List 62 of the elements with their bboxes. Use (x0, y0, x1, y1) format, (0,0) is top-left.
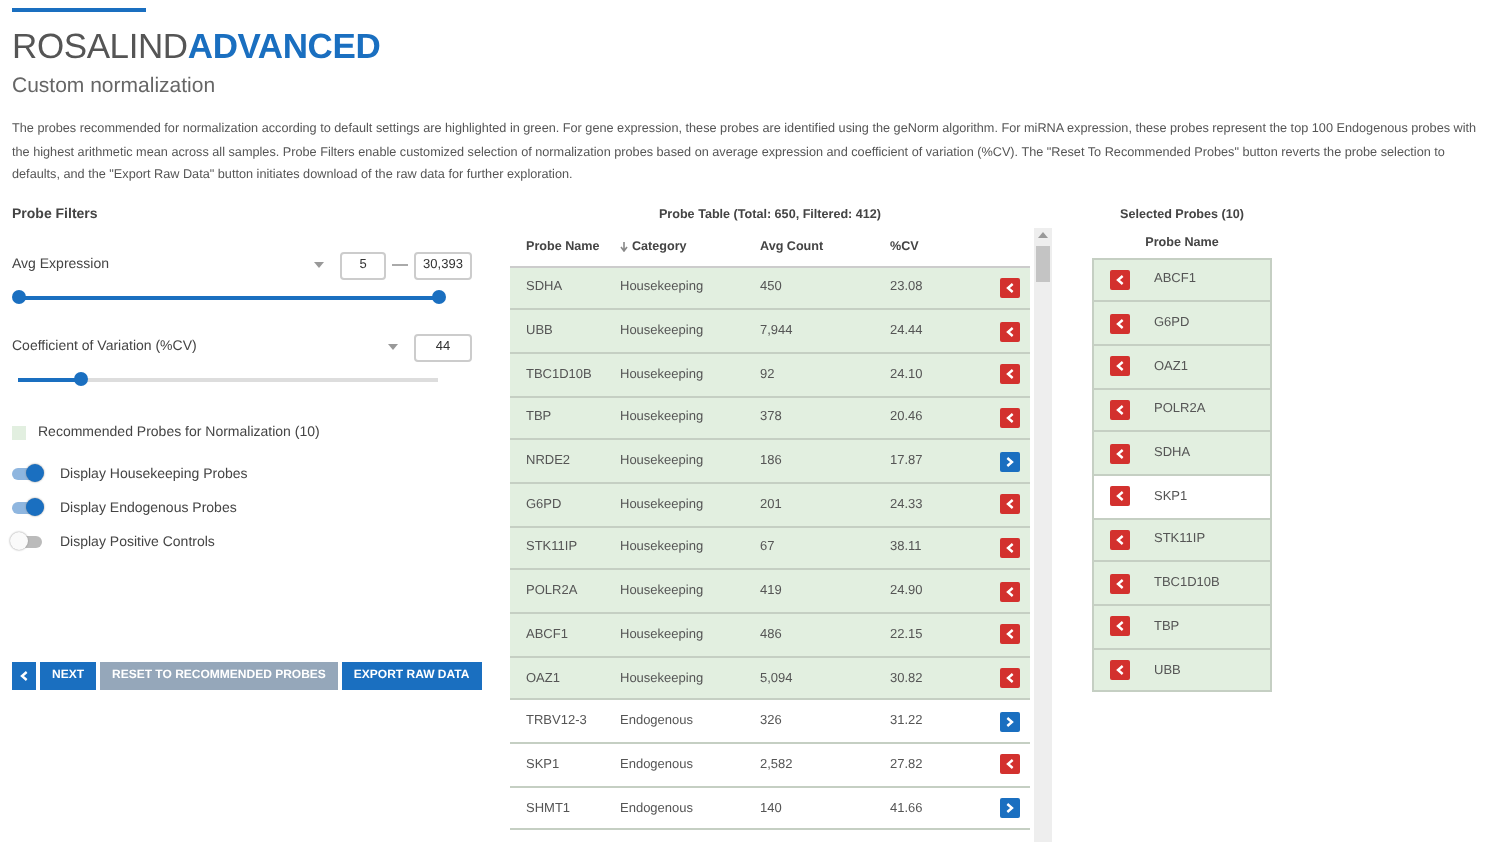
app-title: ROSALINDADVANCED (12, 24, 383, 68)
add-button[interactable] (1000, 451, 1020, 472)
remove-button[interactable] (1000, 581, 1020, 602)
slider-thumb[interactable] (11, 290, 25, 304)
chevron-left-icon (1006, 758, 1014, 771)
remove-button[interactable] (1000, 407, 1020, 428)
remove-button[interactable] (1110, 486, 1130, 507)
remove-button[interactable] (1000, 321, 1020, 342)
remove-button[interactable] (1000, 494, 1020, 515)
chevron-left-icon (1116, 577, 1124, 590)
chevron-left-icon (1116, 273, 1124, 286)
back-button[interactable] (12, 661, 36, 689)
chevron-left-icon (1006, 672, 1014, 685)
remove-button[interactable] (1000, 364, 1020, 385)
toggle-switch[interactable] (12, 536, 42, 548)
sort-arrow-icon (620, 241, 628, 251)
remove-button[interactable] (1110, 660, 1130, 681)
chevron-left-icon (1006, 498, 1014, 511)
chevron-left-icon (1116, 533, 1124, 546)
chevron-left-icon (1006, 411, 1014, 424)
caret-icon[interactable] (388, 344, 398, 350)
remove-button[interactable] (1000, 537, 1020, 558)
chevron-left-icon (1116, 403, 1124, 416)
chevron-left-icon (1116, 490, 1124, 503)
caret-icon[interactable] (314, 262, 324, 268)
add-button[interactable] (1000, 798, 1020, 819)
slider-thumb[interactable] (431, 290, 445, 304)
toggle-switch[interactable] (12, 468, 42, 480)
remove-button[interactable] (1110, 356, 1130, 377)
remove-button[interactable] (1110, 529, 1130, 550)
chevron-left-icon (1006, 628, 1014, 641)
remove-button[interactable] (1110, 616, 1130, 637)
scrollbar[interactable] (1034, 227, 1052, 842)
chevron-right-icon (1006, 455, 1014, 468)
chevron-left-icon (1006, 281, 1014, 294)
remove-button[interactable] (1110, 313, 1130, 334)
remove-button[interactable] (1110, 269, 1130, 290)
chevron-left-icon (1116, 447, 1124, 460)
chevron-left-icon (1116, 317, 1124, 330)
add-button[interactable] (1000, 711, 1020, 732)
remove-button[interactable] (1000, 754, 1020, 775)
legend-swatch (12, 425, 26, 439)
chevron-left-icon (1006, 541, 1014, 554)
remove-button[interactable] (1000, 668, 1020, 689)
chevron-right-icon (1006, 715, 1014, 728)
remove-button[interactable] (1110, 399, 1130, 420)
chevron-left-icon (1116, 664, 1124, 677)
remove-button[interactable] (1110, 443, 1130, 464)
slider-thumb[interactable] (74, 372, 88, 386)
chevron-right-icon (1006, 802, 1014, 815)
toggle-switch[interactable] (12, 502, 42, 514)
chevron-left-icon (20, 669, 28, 681)
chevron-left-icon (1006, 325, 1014, 338)
page-subtitle: Custom normalization (12, 74, 218, 98)
scrollbar-thumb[interactable] (1036, 245, 1050, 281)
chevron-left-icon (1006, 368, 1014, 381)
chevron-left-icon (1116, 620, 1124, 633)
remove-button[interactable] (1000, 624, 1020, 645)
remove-button[interactable] (1000, 277, 1020, 298)
chevron-left-icon (1006, 585, 1014, 598)
chevron-left-icon (1116, 360, 1124, 373)
remove-button[interactable] (1110, 573, 1130, 594)
